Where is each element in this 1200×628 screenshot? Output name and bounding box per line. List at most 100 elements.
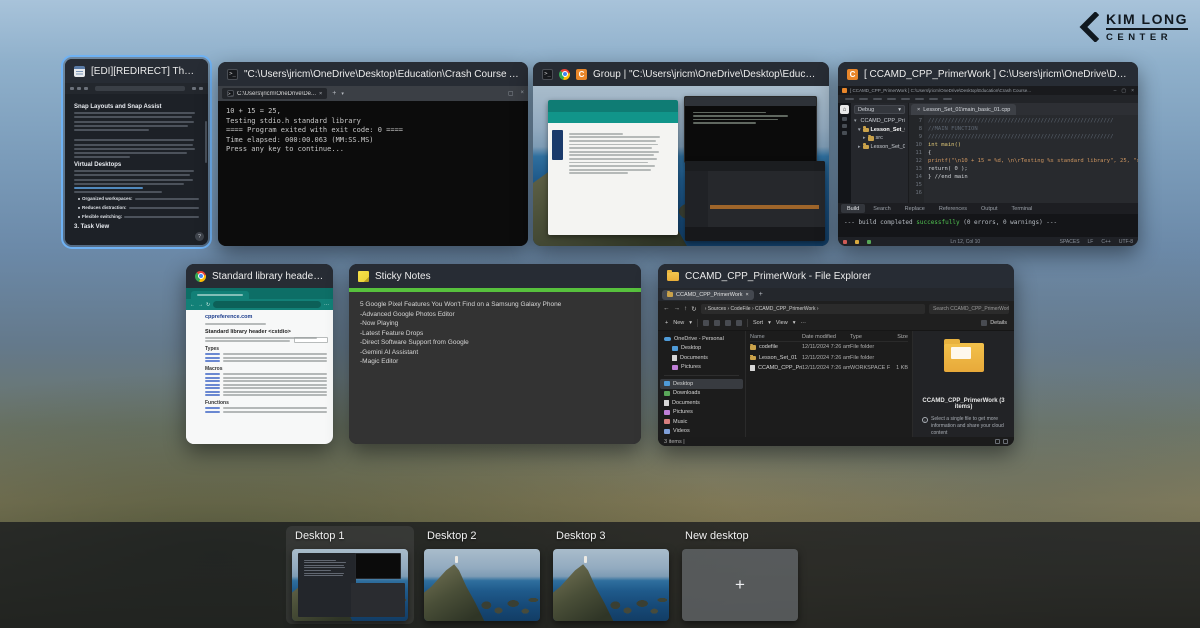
mini-ide-highlight-line — [710, 205, 819, 209]
mini-document-window — [298, 553, 356, 616]
terminal-caption-buttons: ▢ × — [508, 90, 524, 97]
terminal-line: Press any key to continue... — [226, 145, 520, 155]
ide-titlebar: C [ CCAMD_CPP_PrimerWork ] C:\Users\jric… — [838, 62, 1138, 86]
desktop-icon — [672, 346, 678, 351]
window-thumbnail-ide[interactable]: C [ CCAMD_CPP_PrimerWork ] C:\Users\jric… — [838, 62, 1138, 246]
folder-icon — [863, 128, 869, 133]
sidebar-item-pictures: Pictures — [660, 363, 743, 373]
window-thumbnail-terminal[interactable]: >_ "C:\Users\jricm\OneDrive\Desktop\Educ… — [218, 62, 528, 246]
terminal-body: >_ C:\Users\jricm\OneDrive\De... × + ▾ ▢… — [218, 86, 528, 246]
tool-icon — [842, 131, 847, 135]
skeleton-cell — [205, 391, 220, 393]
code-line: ////////////////////////////////////////… — [928, 133, 1138, 141]
skeleton-line — [135, 198, 199, 200]
ide-app-icon — [842, 88, 847, 93]
terminal-icon: >_ — [542, 69, 553, 80]
details-pane-icon — [981, 320, 987, 326]
back-icon: ← — [190, 302, 195, 308]
skeleton-line — [74, 156, 130, 158]
bullet-dot — [78, 216, 80, 218]
ide-title: [ CCAMD_CPP_PrimerWork ] C:\Users\jricm\… — [864, 69, 1129, 80]
document-icon — [664, 400, 669, 406]
doc-bullet: Flexible switching: — [78, 214, 199, 220]
ide-caption-buttons: – ▢ × — [1114, 88, 1134, 94]
tree-label: CCAMD_CPP_Prim... — [861, 118, 905, 124]
window-thumbnail-notepad[interactable]: [EDI][REDIRECT] These Windows... Snap La… — [65, 59, 208, 245]
skeleton-link-line — [74, 187, 143, 189]
tree-item-folder: ▾ Lesson_Set_01 — [854, 126, 905, 135]
sidebar-label: Downloads — [673, 390, 700, 396]
note-line: -Advanced Google Photos Editor — [360, 310, 630, 320]
downloads-icon — [664, 391, 670, 396]
skeleton-cell — [205, 394, 220, 396]
ide-inner-titlebar: [ CCAMD_CPP_PrimerWork ] C:\Users\jricm\… — [838, 86, 1138, 95]
desktop-3-label: Desktop 3 — [556, 530, 669, 542]
tree-item-folder: ▸ Lesson_Set_02 — [854, 143, 905, 152]
sticky-notes-icon — [358, 271, 369, 282]
details-hint: i Select a single file to get more infor… — [913, 410, 1014, 437]
new-desktop[interactable]: New desktop + — [682, 530, 798, 621]
chevron-down-icon: ▾ — [858, 127, 861, 133]
build-message-text: (0 errors, 0 warnings) --- — [960, 219, 1058, 226]
sidebar-item-desktop-pinned: Desktop — [660, 379, 743, 389]
desktop-2-thumbnail[interactable] — [424, 549, 540, 621]
ide-main-area: ⌂ Debug ▾ ▾ CCAMD_CPP_Prim... — [838, 103, 1138, 203]
table-row — [205, 373, 327, 375]
desktop-1[interactable]: Desktop 1 — [292, 530, 408, 621]
code-area: 78910111213141516 //////////////////////… — [909, 115, 1138, 203]
window-thumbnail-sticky-notes[interactable]: Sticky Notes 5 Google Pixel Features You… — [349, 264, 641, 444]
explorer-title: CCAMD_CPP_PrimerWork - File Explorer — [685, 271, 871, 282]
wallpaper-lighthouse — [455, 556, 458, 563]
bullet-dot — [78, 198, 80, 200]
skeleton-line — [74, 191, 162, 193]
folder-icon — [750, 356, 756, 361]
new-desktop-button[interactable]: + — [682, 549, 798, 621]
window-thumbnail-file-explorer[interactable]: CCAMD_CPP_PrimerWork - File Explorer CCA… — [658, 264, 1014, 446]
ide-output-panel: Build Search Replace References Output T… — [838, 203, 1138, 237]
status-encoding: UTF-8 — [1119, 239, 1133, 245]
plus-icon: + — [735, 575, 745, 595]
skeleton-line — [569, 151, 659, 153]
desktop-3[interactable]: Desktop 3 — [553, 530, 669, 621]
explorer-statusbar: 3 items | — [658, 437, 1014, 446]
toolbar-icon — [192, 87, 196, 90]
task-view-screen: KIM LONG CENTER [EDI][REDIRECT] These Wi… — [0, 0, 1200, 628]
skeleton-cell — [223, 387, 327, 389]
up-icon: ↑ — [684, 305, 687, 312]
wallpaper-rocks — [602, 586, 669, 621]
tab-close-icon: × — [319, 91, 322, 97]
table-row — [205, 380, 327, 382]
file-type: WORKSPACE File — [850, 365, 890, 371]
skeleton-line — [569, 133, 623, 135]
skeleton-cell — [205, 377, 220, 379]
explorer-content: OneDrive - Personal Desktop Documents Pi… — [658, 331, 1014, 437]
explorer-tab: CCAMD_CPP_PrimerWork × — [662, 290, 754, 300]
skeleton-line — [74, 129, 149, 131]
toolbar-icon — [84, 87, 88, 90]
skeleton-line — [304, 573, 344, 574]
skeleton-line — [304, 575, 343, 576]
chrome-icon — [195, 271, 206, 282]
new-desktop-label: New desktop — [685, 530, 798, 542]
desktop-2[interactable]: Desktop 2 — [424, 530, 540, 621]
site-name: cppreference.com — [205, 314, 327, 320]
group-title: Group | "C:\Users\jricm\OneDrive\Desktop… — [593, 69, 820, 80]
tab-close-icon: × — [917, 107, 920, 113]
menu-item — [901, 98, 910, 100]
group-ide-thumb — [685, 161, 824, 241]
forward-icon: → — [674, 305, 681, 312]
view-large-icon — [1003, 439, 1008, 444]
desktop-1-thumbnail[interactable] — [292, 549, 408, 621]
window-thumbnail-browser[interactable]: Standard library header <cstdio... ← → ↻… — [186, 264, 333, 444]
window-thumbnail-group[interactable]: >_ C Group | "C:\Users\jricm\OneDrive\De… — [533, 62, 829, 246]
skeleton-line — [74, 144, 193, 146]
build-message-success: successfully — [916, 219, 959, 226]
desktop-3-thumbnail[interactable] — [553, 549, 669, 621]
sidebar-label: Music — [673, 419, 687, 425]
line-numbers: 78910111213141516 — [909, 115, 924, 203]
panel-tab-replace: Replace — [899, 204, 931, 213]
ide-project-panel: Debug ▾ ▾ CCAMD_CPP_Prim... ▾ Lesson_Set… — [851, 103, 909, 203]
rename-icon — [725, 320, 731, 326]
explorer-navbar: ← → ↑ ↻ › Sources › CodeFile › CCAMD_CPP… — [658, 301, 1014, 316]
skeleton-line — [74, 179, 193, 181]
